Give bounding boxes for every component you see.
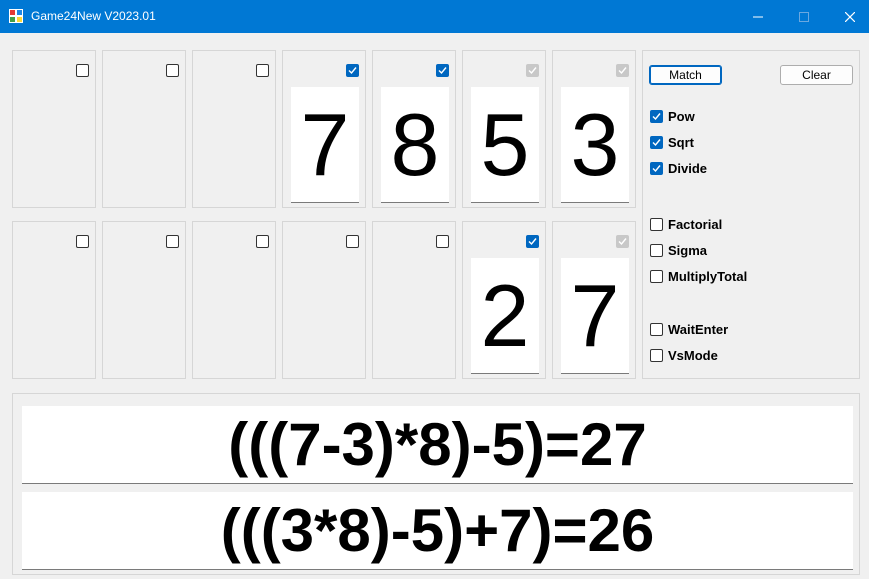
bottom-row-card-value: 7 [561,258,629,374]
minimize-button[interactable] [735,0,781,33]
option-multiplytotal[interactable]: MultiplyTotal [650,268,747,284]
option-label: Sqrt [668,134,694,150]
top-row-card-value: 7 [291,87,359,203]
close-button[interactable] [827,0,869,33]
top-row-cell: 3 [552,50,636,208]
match-button[interactable]: Match [649,65,722,85]
top-row-checkbox [616,64,629,77]
bottom-row-cell [12,221,96,379]
bottom-row-cell [102,221,186,379]
window-title: Game24New V2023.01 [31,9,156,23]
option-label: VsMode [668,347,718,363]
bottom-row-card-value: 2 [471,258,539,374]
option-label: Divide [668,160,708,176]
option-factorial[interactable]: Factorial [650,216,722,232]
option-checkbox[interactable] [650,135,663,149]
option-checkbox[interactable] [650,322,663,336]
option-label: Sigma [668,242,708,258]
top-row-card-value: 8 [381,87,449,203]
title-bar: Game24New V2023.01 [0,0,869,33]
option-checkbox[interactable] [650,217,663,231]
bottom-row-cell [372,221,456,379]
bottom-row-checkbox[interactable] [166,235,179,248]
option-label: Factorial [668,216,723,232]
top-row-cell: 5 [462,50,546,208]
top-row-cell [192,50,276,208]
option-checkbox[interactable] [650,269,663,283]
top-row-checkbox[interactable] [76,64,89,77]
option-vsmode[interactable]: VsMode [650,347,718,363]
app-icon [9,9,23,23]
bottom-row-checkbox [616,235,629,248]
bottom-row-cell: 7 [552,221,636,379]
bottom-row-cell [192,221,276,379]
top-row-checkbox [526,64,539,77]
maximize-icon [799,11,809,22]
bottom-row-cell [282,221,366,379]
top-row-cell: 8 [372,50,456,208]
bottom-row-checkbox[interactable] [76,235,89,248]
top-row-cell [12,50,96,208]
option-label: Pow [668,108,695,124]
top-row-card-value: 5 [471,87,539,203]
top-row-checkbox[interactable] [436,64,449,77]
bottom-row-checkbox[interactable] [346,235,359,248]
bottom-row-checkbox[interactable] [256,235,269,248]
top-row-cell: 7 [282,50,366,208]
result-line-2: (((3*8)-5)+7)=26 [22,492,853,570]
option-waitenter[interactable]: WaitEnter [650,321,728,337]
bottom-row-checkbox[interactable] [436,235,449,248]
option-sqrt[interactable]: Sqrt [650,134,694,150]
top-row-checkbox[interactable] [166,64,179,77]
option-checkbox[interactable] [650,109,663,123]
option-label: WaitEnter [668,321,729,337]
result-line-1: (((7-3)*8)-5)=27 [22,406,853,484]
option-pow[interactable]: Pow [650,108,695,124]
option-checkbox[interactable] [650,348,663,362]
top-row-checkbox[interactable] [346,64,359,77]
minimize-icon [753,16,763,17]
close-icon [845,11,855,22]
top-row-checkbox[interactable] [256,64,269,77]
option-sigma[interactable]: Sigma [650,242,707,258]
option-divide[interactable]: Divide [650,160,707,176]
top-row-card-value: 3 [561,87,629,203]
maximize-button[interactable] [781,0,827,33]
top-row-cell [102,50,186,208]
bottom-row-checkbox[interactable] [526,235,539,248]
clear-button[interactable]: Clear [780,65,853,85]
bottom-row-cell: 2 [462,221,546,379]
option-label: MultiplyTotal [668,268,748,284]
option-checkbox[interactable] [650,243,663,257]
option-checkbox[interactable] [650,161,663,175]
